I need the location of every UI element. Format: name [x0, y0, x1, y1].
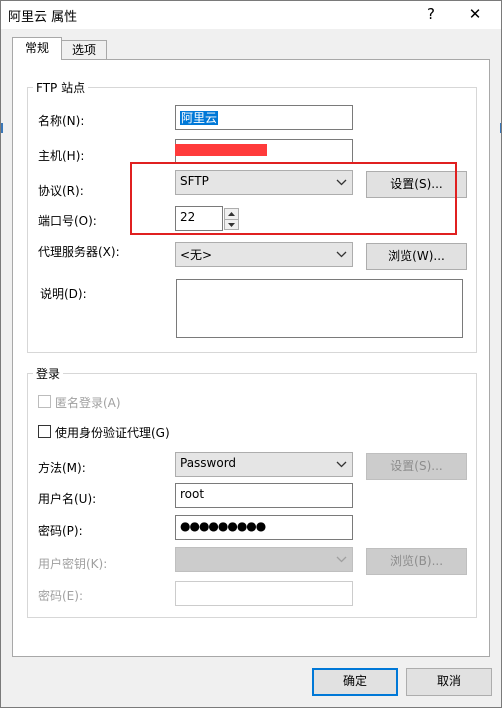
anonymous-checkbox[interactable] — [38, 395, 51, 408]
ok-button[interactable]: 确定 — [312, 668, 398, 696]
auth-agent-label: 使用身份验证代理(G) — [55, 426, 170, 440]
port-label: 端口号(O): — [38, 214, 97, 228]
user-key-select[interactable] — [175, 547, 353, 572]
window-title: 阿里云 属性 — [8, 10, 78, 25]
user-key-browse-button[interactable]: 浏览(B)... — [366, 548, 467, 575]
method-settings-button[interactable]: 设置(S)... — [366, 453, 467, 480]
protocol-label: 协议(R): — [38, 184, 84, 198]
title-bar: 阿里云 属性 ? ✕ — [1, 1, 501, 29]
method-select-value: Password — [180, 456, 237, 470]
name-input-value: 阿里云 — [180, 111, 219, 125]
password-input-value: ●●●●●●●●● — [180, 519, 266, 533]
name-input[interactable]: 阿里云 — [175, 105, 353, 130]
proxy-select-value: <无> — [180, 248, 213, 262]
description-textarea[interactable] — [176, 279, 463, 338]
description-label: 说明(D): — [40, 287, 87, 301]
properties-dialog: 阿里云 属性 ? ✕ 常规 选项 FTP 站点 名称(N): 阿里云 主机(H)… — [0, 0, 502, 708]
chevron-down-icon — [336, 461, 347, 468]
username-label: 用户名(U): — [38, 492, 97, 506]
anonymous-label: 匿名登录(A) — [55, 396, 121, 410]
close-button[interactable]: ✕ — [457, 1, 493, 29]
proxy-label: 代理服务器(X): — [38, 245, 120, 259]
chevron-down-icon — [336, 251, 347, 258]
login-group-title: 登录 — [33, 365, 64, 382]
name-label: 名称(N): — [38, 114, 85, 128]
background-window-edge — [1, 123, 3, 133]
auth-agent-checkbox[interactable] — [38, 425, 51, 438]
password-input[interactable]: ●●●●●●●●● — [175, 515, 353, 540]
password-label: 密码(P): — [38, 524, 83, 538]
passphrase-label: 密码(E): — [38, 589, 83, 603]
ftp-site-group-title: FTP 站点 — [33, 79, 89, 96]
user-key-label: 用户密钥(K): — [38, 557, 108, 571]
cancel-button[interactable]: 取消 — [406, 668, 492, 696]
tab-options[interactable]: 选项 — [61, 40, 107, 60]
tab-general[interactable]: 常规 — [12, 37, 62, 60]
help-button[interactable]: ? — [413, 1, 449, 29]
username-input-value: root — [180, 487, 205, 501]
method-select[interactable]: Password — [175, 452, 353, 477]
host-label: 主机(H): — [38, 149, 85, 163]
passphrase-input[interactable] — [175, 581, 353, 606]
annotation-highlight-box — [130, 162, 457, 235]
method-label: 方法(M): — [38, 461, 86, 475]
help-icon: ? — [427, 5, 435, 23]
proxy-select[interactable]: <无> — [175, 242, 353, 267]
chevron-down-icon — [336, 556, 347, 563]
redaction-mark — [175, 144, 267, 156]
close-icon: ✕ — [468, 5, 482, 23]
proxy-browse-button[interactable]: 浏览(W)... — [366, 243, 467, 270]
username-input[interactable]: root — [175, 483, 353, 508]
